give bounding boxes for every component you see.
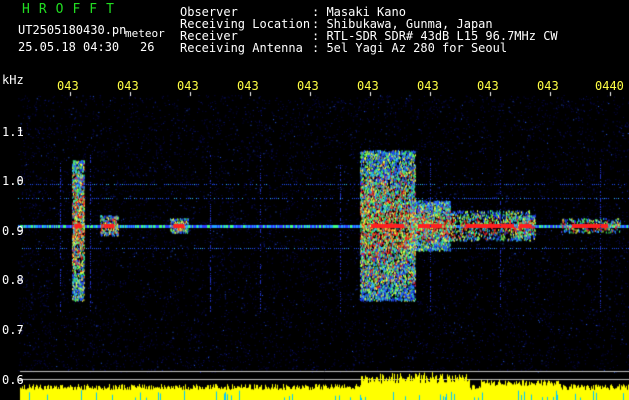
y-tick-label: 0.6 — [2, 373, 24, 387]
x-tick-label: 043 — [57, 79, 79, 93]
count-value: 26 — [140, 40, 155, 54]
y-tick-label: 0.9 — [2, 224, 24, 238]
x-tick-label: 043 — [537, 79, 559, 93]
y-tick-label: 0.7 — [2, 323, 24, 337]
x-tick-label: 043 — [237, 79, 259, 93]
x-tick-label: 0440 — [595, 79, 624, 93]
spectrogram-waterfall — [0, 0, 629, 400]
y-axis-unit: kHz — [2, 73, 24, 87]
x-tick-label: 043 — [177, 79, 199, 93]
antenna-label: Receiving Antenna — [180, 41, 303, 55]
y-tick-label: 1.1 — [2, 125, 24, 139]
x-tick-label: 043 — [117, 79, 139, 93]
mode-label: meteor — [125, 27, 165, 40]
x-tick-label: 043 — [357, 79, 379, 93]
x-tick-label: 043 — [297, 79, 319, 93]
x-tick-label: 043 — [417, 79, 439, 93]
x-tick-label: 043 — [477, 79, 499, 93]
app-title: HROFFT — [22, 2, 123, 17]
file-name: UT2505180430.pn — [18, 23, 127, 37]
y-tick-label: 1.0 — [2, 174, 24, 188]
y-tick-label: 0.8 — [2, 273, 24, 287]
date-time: 25.05.18 04:30 — [18, 40, 120, 54]
antenna-value: : 5el Yagi Az 280 for Seoul — [312, 41, 508, 55]
